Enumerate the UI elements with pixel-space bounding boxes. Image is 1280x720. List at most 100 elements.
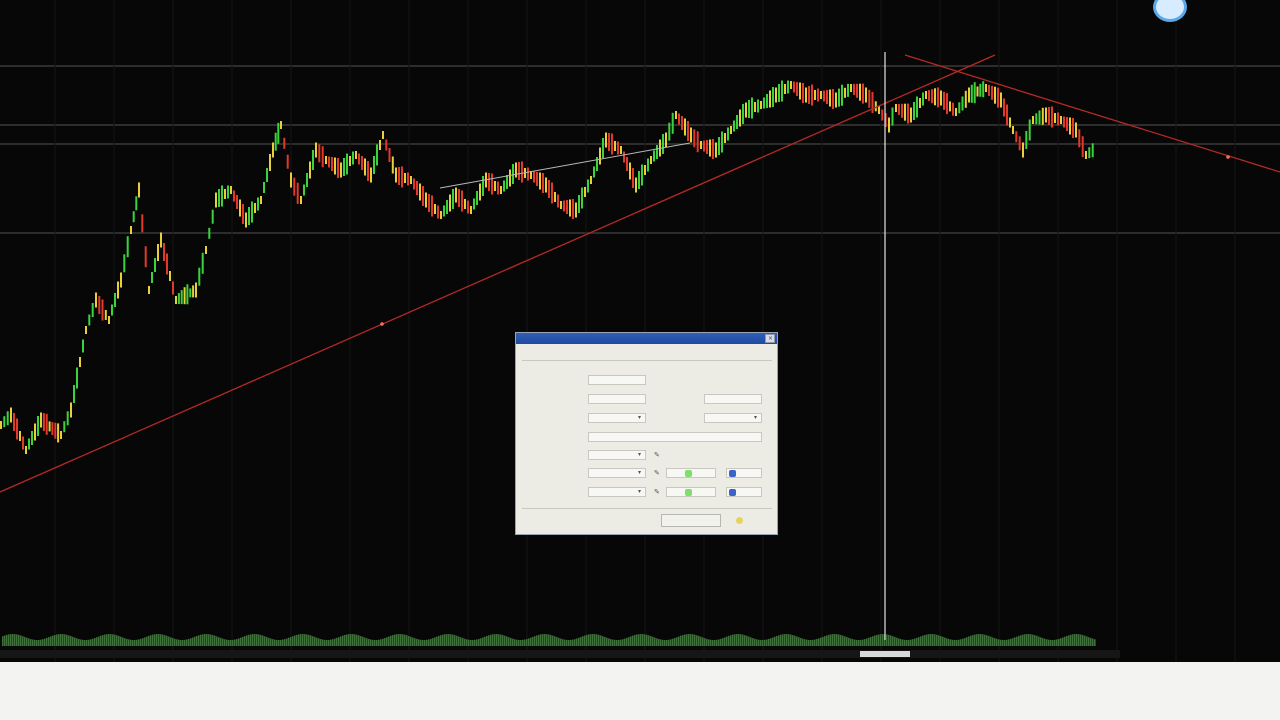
volume-bar: [420, 639, 422, 646]
left-color-select[interactable]: [726, 468, 762, 478]
name-field[interactable]: [588, 375, 646, 385]
color-select[interactable]: ▾: [588, 413, 646, 423]
candle: [126, 236, 129, 258]
volume-bar: [82, 639, 84, 646]
volume-bar: [1056, 639, 1058, 646]
volume-bar: [770, 638, 772, 646]
candle: [922, 92, 924, 106]
candle: [991, 85, 993, 100]
right-color-select[interactable]: [726, 487, 762, 497]
volume-bar: [554, 636, 556, 646]
candle: [395, 167, 397, 183]
left-color-field[interactable]: [666, 468, 716, 478]
volume-bar: [796, 636, 798, 646]
volume-bar: [528, 638, 530, 646]
volume-bar: [656, 638, 658, 646]
volume-bar: [574, 639, 576, 646]
candle: [796, 82, 798, 96]
left-price-select[interactable]: ▾: [588, 468, 646, 478]
apply-button[interactable]: [596, 514, 656, 527]
volume-bar: [522, 639, 524, 646]
trendline-properties-dialog[interactable]: × ▾ ▾ ▾ ✎ ▾ ✎ ▾ ✎: [515, 332, 778, 535]
volume-bar: [568, 639, 570, 646]
volume-bar: [64, 634, 66, 646]
chart-area[interactable]: [0, 0, 1280, 662]
help-button[interactable]: [734, 514, 764, 527]
dialog-titlebar[interactable]: ×: [516, 333, 777, 344]
candle: [681, 116, 683, 130]
ok-button[interactable]: [661, 514, 721, 527]
volume-bar: [300, 634, 302, 646]
candle: [82, 339, 84, 353]
volume-bar: [540, 634, 542, 646]
candle: [331, 157, 333, 171]
pencil-icon[interactable]: ✎: [654, 489, 660, 496]
blue-swatch-icon: [729, 489, 736, 496]
candle: [398, 167, 400, 185]
candle: [407, 172, 409, 186]
candle: [422, 186, 424, 206]
volume-bar: [230, 639, 232, 646]
volume-bar: [136, 639, 138, 646]
candle: [826, 90, 828, 104]
volume-bar: [478, 638, 480, 646]
right-color-field[interactable]: [666, 487, 716, 497]
candle: [215, 192, 217, 208]
candle: [545, 177, 547, 193]
candle: [175, 296, 177, 304]
volume-bar: [828, 634, 830, 646]
candle: [653, 150, 655, 162]
volume-bar: [150, 635, 152, 646]
pencil-icon[interactable]: ✎: [654, 470, 660, 477]
volume-bar: [276, 639, 278, 646]
candle: [784, 84, 786, 94]
candle: [337, 158, 339, 178]
candle: [269, 154, 271, 171]
volume-bar: [772, 637, 774, 646]
candle: [379, 140, 381, 150]
volume-bar: [532, 636, 534, 646]
candle: [166, 253, 168, 275]
volume-bar: [596, 634, 598, 646]
price-chart[interactable]: [0, 0, 1280, 662]
volume-bar: [608, 638, 610, 646]
close-button[interactable]: ×: [765, 334, 775, 343]
volume-bar: [970, 635, 972, 646]
volume-bar: [316, 637, 318, 646]
volume-bar: [894, 636, 896, 646]
volume-bar: [598, 634, 600, 646]
volume-bar: [930, 634, 932, 646]
volume-bar: [134, 639, 136, 646]
volume-bar: [358, 635, 360, 646]
volume-bar: [1066, 635, 1068, 646]
line-style-select[interactable]: ▾: [588, 450, 646, 460]
candle: [958, 102, 961, 114]
type-field[interactable]: [588, 394, 646, 404]
right-price-select[interactable]: ▾: [588, 487, 646, 497]
candle: [151, 272, 153, 283]
volume-bar: [494, 634, 496, 646]
candle: [823, 90, 825, 102]
volume-bar: [254, 634, 256, 646]
candle: [358, 153, 360, 165]
candle: [413, 178, 415, 190]
volume-bar: [20, 635, 22, 646]
style-field[interactable]: [588, 432, 762, 442]
pencil-icon[interactable]: ✎: [654, 452, 660, 459]
volume-bar: [508, 637, 510, 646]
volume-bar: [800, 637, 802, 646]
volume-bar: [332, 639, 334, 646]
width-select[interactable]: ▾: [704, 413, 762, 423]
volume-bar: [516, 639, 518, 646]
candle: [300, 196, 302, 204]
volume-bar: [576, 638, 578, 646]
volume-bar: [192, 637, 194, 646]
candle: [678, 113, 680, 125]
candle: [865, 87, 867, 103]
candle: [318, 144, 321, 163]
candle: [1081, 136, 1084, 158]
volume-bar: [454, 635, 456, 646]
volume-bar: [284, 639, 286, 646]
text-field[interactable]: [704, 394, 762, 404]
candle: [169, 271, 171, 281]
